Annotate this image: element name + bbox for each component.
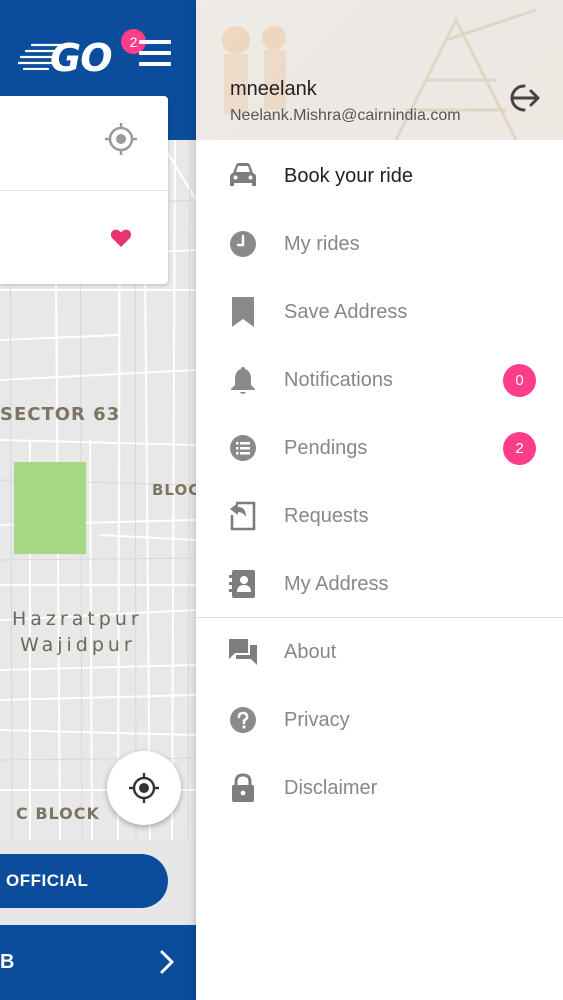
car-icon: [228, 161, 258, 191]
crosshair-icon: [105, 123, 137, 155]
menu-item-label: Privacy: [284, 708, 350, 731]
menu-item-label: Disclaimer: [284, 776, 378, 799]
menu-item-label: Save Address: [284, 300, 408, 323]
map-label-sector: SECTOR 63: [0, 404, 121, 425]
menu-item-notifications[interactable]: Notifications 0: [196, 346, 563, 414]
background-app: SECTOR 63 BLOC Hazratpur Wajidpur C BLOC…: [0, 0, 196, 1000]
requests-icon: [228, 501, 258, 531]
pendings-count-badge: 2: [503, 431, 536, 465]
location-card: [0, 96, 168, 284]
menu-item-privacy[interactable]: Privacy: [196, 686, 563, 754]
bell-icon: [228, 365, 258, 395]
location-card-divider: [0, 190, 168, 191]
list-icon: [228, 433, 258, 463]
notifications-count-badge: 0: [503, 363, 536, 397]
menu-item-pendings[interactable]: Pendings 2: [196, 414, 563, 482]
map-label-c-block: C BLOCK: [16, 804, 100, 823]
chat-icon: [228, 637, 258, 667]
gps-icon: [129, 773, 159, 803]
menu-item-about[interactable]: About: [196, 618, 563, 686]
lock-icon: [228, 773, 258, 803]
menu-item-label: About: [284, 640, 337, 663]
my-location-button[interactable]: [107, 751, 181, 825]
menu-item-label: Book your ride: [284, 164, 413, 187]
menu-item-label: Notifications: [284, 368, 393, 391]
drawer-username: mneelank: [230, 78, 317, 100]
drawer-header: mneelank Neelank.Mishra@cairnindia.com: [196, 0, 563, 140]
map-label-locality-line2: Wajidpur: [20, 634, 136, 656]
help-icon: [228, 705, 258, 735]
contacts-icon: [228, 569, 258, 599]
pickup-location-input[interactable]: [104, 122, 138, 156]
clock-icon: [228, 229, 258, 259]
logout-icon: [510, 84, 540, 112]
map-label-block: BLOC: [152, 481, 196, 499]
bottom-bar-label: B: [0, 951, 15, 973]
menu-item-label: My rides: [284, 232, 360, 255]
app-logo: GO: [50, 36, 112, 80]
menu-item-requests[interactable]: Requests: [196, 482, 563, 550]
official-button[interactable]: OFFICIAL: [0, 854, 168, 908]
menu-item-save-address[interactable]: Save Address: [196, 278, 563, 346]
navigation-drawer: mneelank Neelank.Mishra@cairnindia.com B…: [196, 0, 563, 1000]
menu-item-label: Requests: [284, 504, 369, 527]
menu-item-disclaimer[interactable]: Disclaimer: [196, 754, 563, 822]
menu-item-my-address[interactable]: My Address: [196, 550, 563, 618]
menu-item-label: Pendings: [284, 436, 368, 459]
chevron-right-icon: [160, 950, 174, 974]
menu-item-label: My Address: [284, 572, 389, 595]
menu-item-book-your-ride[interactable]: Book your ride: [196, 142, 563, 210]
logout-button[interactable]: [500, 80, 542, 116]
menu-item-my-rides[interactable]: My rides: [196, 210, 563, 278]
bottom-action-bar[interactable]: B: [0, 925, 196, 1000]
favorite-heart-icon[interactable]: [110, 228, 132, 248]
bookmark-icon: [228, 297, 258, 327]
hamburger-menu-icon[interactable]: [139, 40, 171, 70]
map-label-locality-line1: Hazratpur: [12, 608, 143, 630]
drawer-email: Neelank.Mishra@cairnindia.com: [230, 107, 461, 124]
